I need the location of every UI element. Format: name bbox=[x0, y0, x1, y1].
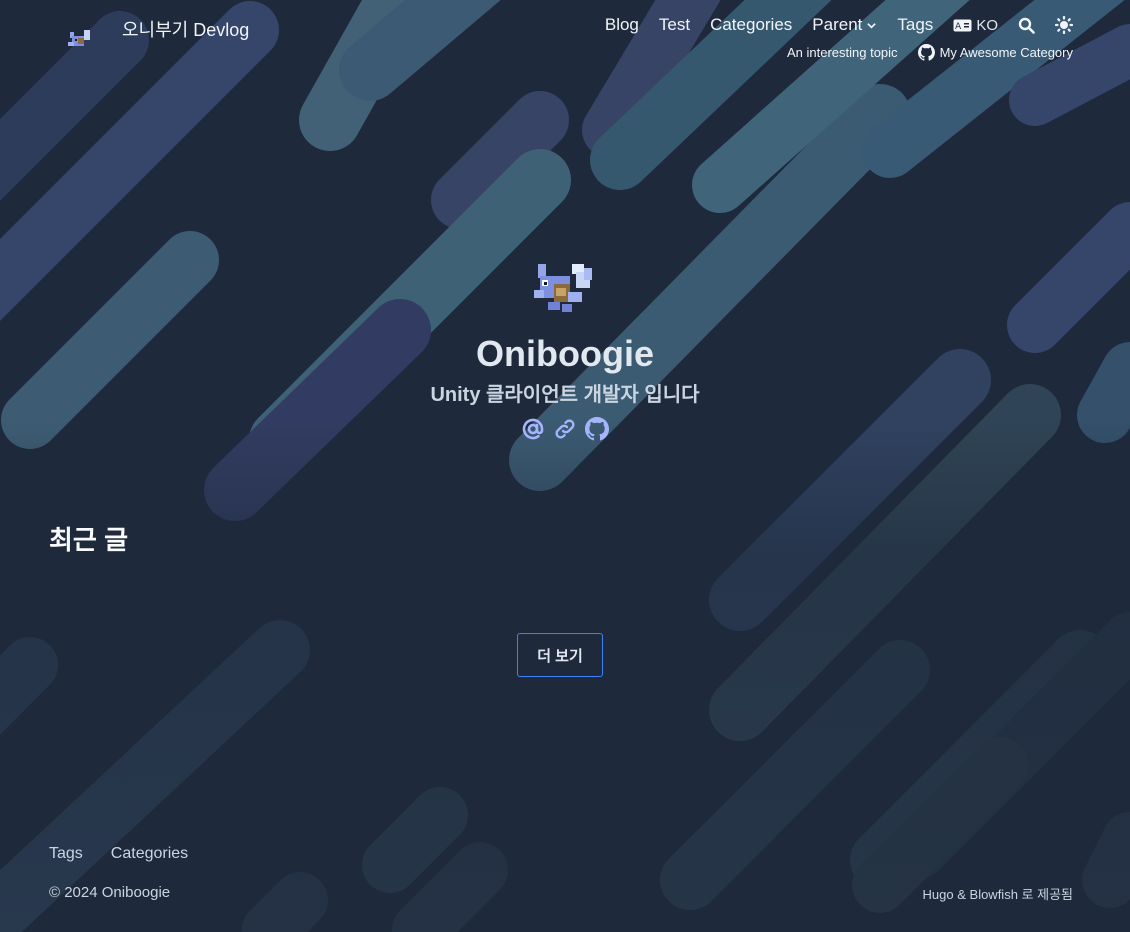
nav-parent-label: Parent bbox=[812, 15, 863, 34]
chevron-down-icon bbox=[867, 22, 877, 29]
nav-parent-dropdown[interactable]: Parent bbox=[812, 15, 877, 35]
subnav-category-link[interactable]: My Awesome Category bbox=[917, 44, 1073, 61]
sun-icon bbox=[1055, 16, 1073, 34]
hero-section: Oniboogie Unity 클라이언트 개발자 입니다 bbox=[0, 258, 1130, 441]
search-button[interactable] bbox=[1018, 17, 1035, 34]
copyright: © 2024 Oniboogie bbox=[49, 884, 171, 901]
subnav-category-label: My Awesome Category bbox=[939, 45, 1073, 60]
nav-blog[interactable]: Blog bbox=[605, 15, 639, 35]
author-name: Oniboogie bbox=[476, 333, 654, 374]
language-label: KO bbox=[976, 16, 998, 34]
site-logo-icon[interactable] bbox=[66, 26, 94, 52]
author-bio: Unity 클라이언트 개발자 입니다 bbox=[430, 384, 700, 406]
footer-nav: Tags Categories bbox=[49, 845, 188, 863]
translate-icon: A bbox=[953, 19, 972, 32]
github-icon bbox=[585, 417, 609, 441]
github-icon bbox=[917, 44, 935, 61]
email-link[interactable] bbox=[521, 417, 545, 441]
nav-categories[interactable]: Categories bbox=[710, 15, 792, 35]
at-icon bbox=[522, 418, 544, 440]
powered-by: Hugo & Blowfish 로 제공됨 bbox=[922, 887, 1073, 902]
recent-posts-heading: 최근 글 bbox=[49, 525, 128, 555]
svg-text:A: A bbox=[955, 22, 962, 32]
language-switcher[interactable]: A KO bbox=[953, 17, 998, 34]
sub-nav: An interesting topic My Awesome Category bbox=[787, 44, 1073, 61]
more-button[interactable]: 더 보기 bbox=[517, 633, 603, 677]
github-link[interactable] bbox=[585, 417, 609, 441]
subnav-topic-link[interactable]: An interesting topic bbox=[787, 45, 898, 60]
footer-link-categories[interactable]: Categories bbox=[111, 845, 188, 863]
website-link[interactable] bbox=[553, 417, 577, 441]
main-nav: Blog Test Categories Parent Tags A KO bbox=[605, 15, 1073, 35]
author-avatar bbox=[534, 264, 592, 312]
footer-link-tags[interactable]: Tags bbox=[49, 845, 83, 863]
search-icon bbox=[1018, 17, 1035, 34]
theme-toggle-button[interactable] bbox=[1055, 16, 1073, 34]
social-links bbox=[0, 417, 1130, 441]
nav-tags[interactable]: Tags bbox=[897, 15, 933, 35]
background-fade bbox=[0, 0, 1130, 932]
nav-test[interactable]: Test bbox=[659, 15, 690, 35]
site-title[interactable]: 오니부기 Devlog bbox=[122, 16, 249, 42]
link-icon bbox=[555, 419, 575, 439]
